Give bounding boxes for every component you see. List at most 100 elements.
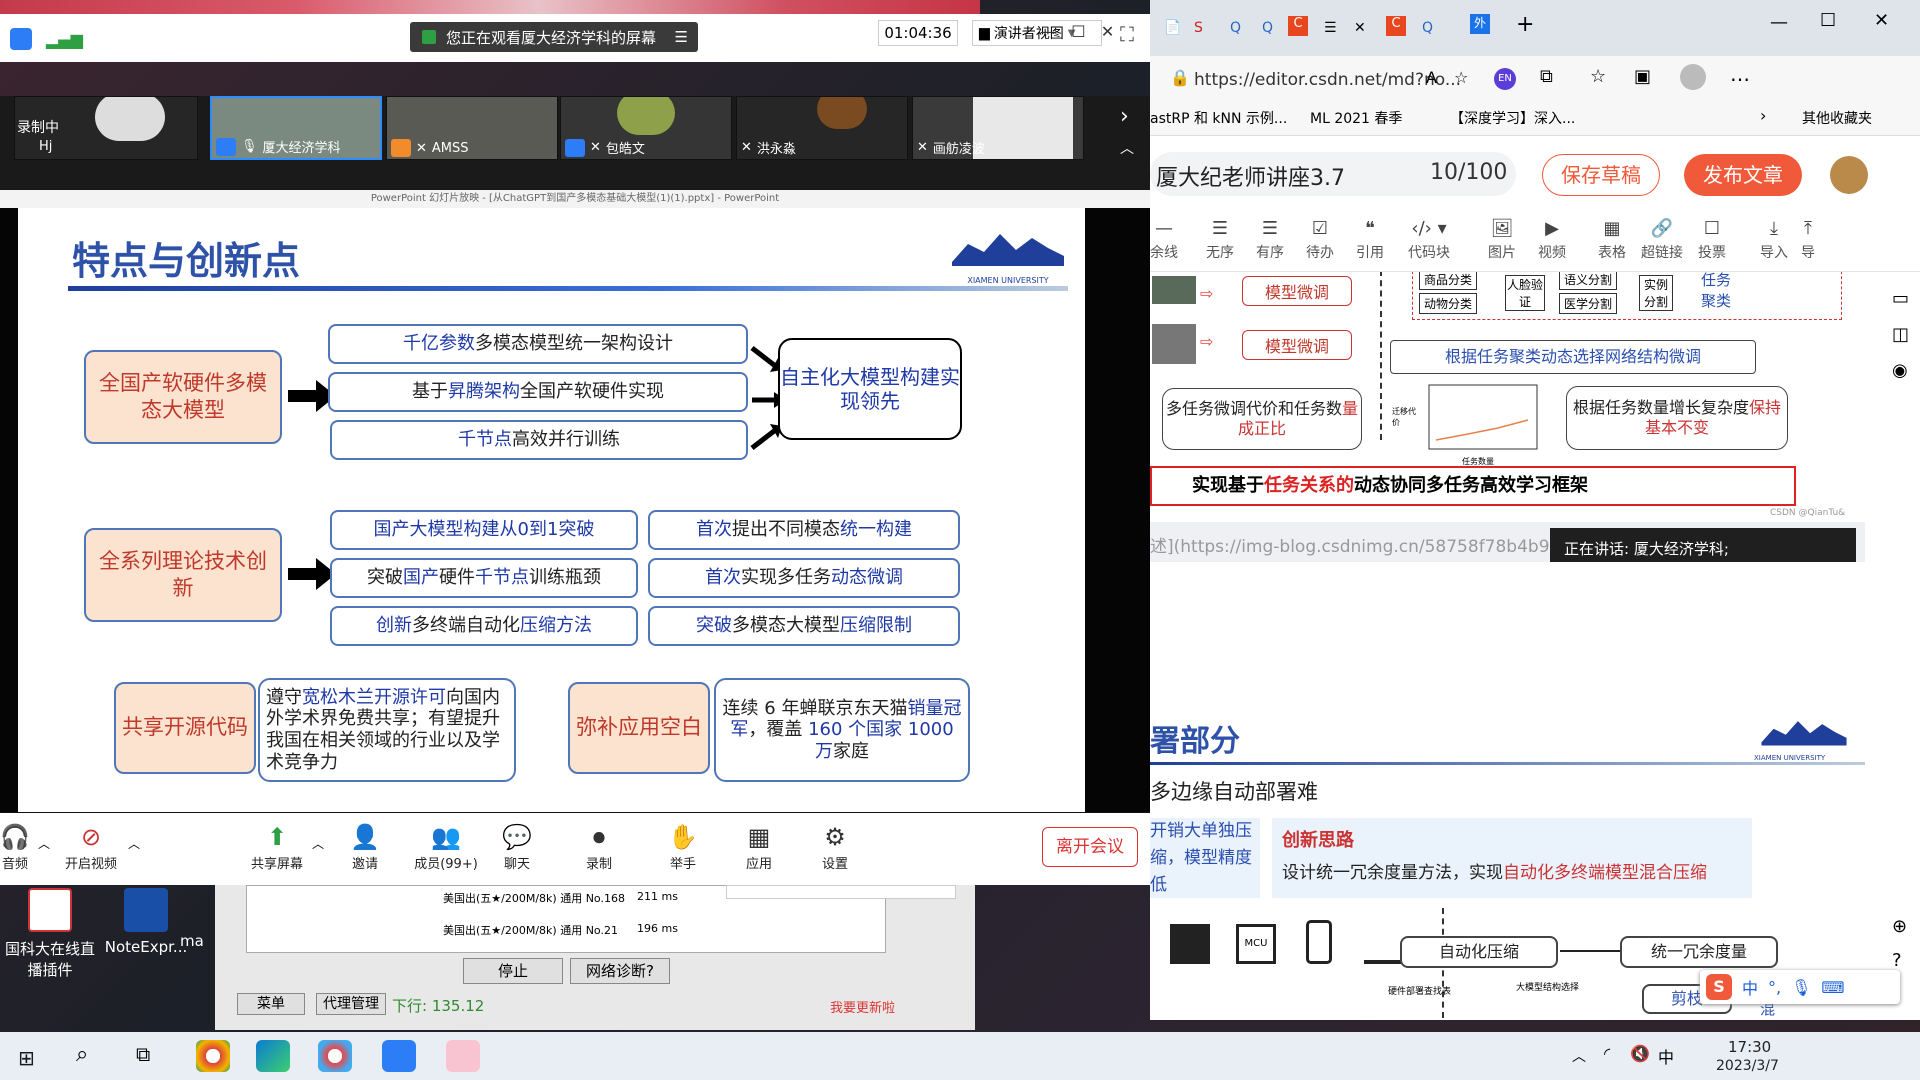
ime-indicator[interactable]: 中 bbox=[1658, 1044, 1674, 1068]
other-favorites[interactable]: 其他收藏夹 bbox=[1802, 108, 1872, 128]
raise-hand-button[interactable]: ✋ 举手 bbox=[648, 823, 718, 872]
apps-button[interactable]: ▦ 应用 bbox=[724, 823, 794, 872]
close-icon[interactable]: ✕ bbox=[1354, 20, 1366, 36]
chevron-up-icon[interactable]: ︿ bbox=[128, 835, 140, 852]
location-icon[interactable]: ⊕ bbox=[1892, 916, 1907, 937]
maximize-icon[interactable]: ☐ bbox=[1820, 10, 1836, 31]
chevron-right-icon[interactable]: › bbox=[1120, 104, 1129, 129]
screen-share-banner[interactable]: 您正在观看厦大经济学科的屏幕 ☰ bbox=[410, 22, 698, 52]
tab-favicon-icon[interactable]: Q bbox=[1262, 20, 1273, 36]
update-link[interactable]: 我要更新啦 bbox=[830, 997, 895, 1016]
read-aloud-icon[interactable]: A bbox=[1426, 68, 1437, 87]
close-icon[interactable]: ✕ bbox=[1874, 10, 1889, 31]
diagnose-button[interactable]: 网络诊断? bbox=[570, 958, 670, 984]
clock-date[interactable]: 2023/3/7 bbox=[1716, 1058, 1779, 1074]
favorites-icon[interactable]: ☆ bbox=[1590, 66, 1606, 87]
chevron-right-icon[interactable]: › bbox=[1760, 106, 1766, 125]
search-icon[interactable]: ⌕ bbox=[76, 1042, 88, 1067]
chevron-up-icon[interactable]: ︿ bbox=[1572, 1046, 1586, 1066]
punctuation-icon[interactable]: °, bbox=[1768, 978, 1781, 997]
profile-avatar[interactable] bbox=[1680, 64, 1706, 90]
participant-tile[interactable]: 🎙 厦大经济学科 bbox=[210, 96, 382, 160]
tool-ordered[interactable]: ☰ 有序 bbox=[1242, 218, 1298, 262]
menu-button[interactable]: 菜单 bbox=[237, 993, 305, 1015]
tool-video[interactable]: ▶ 视频 bbox=[1524, 218, 1580, 262]
split-view-icon[interactable]: ◫ bbox=[1892, 324, 1909, 345]
csdn-favicon-icon[interactable]: C bbox=[1288, 16, 1308, 36]
tab-favicon-icon[interactable]: Q bbox=[1230, 20, 1241, 36]
members-button[interactable]: 👥 成员(99+) bbox=[406, 823, 486, 872]
participant-tile[interactable]: ✕ AMSS bbox=[386, 96, 558, 160]
tab-favicon-icon[interactable]: 外 bbox=[1470, 14, 1490, 34]
tool-image[interactable]: 🖼 图片 bbox=[1474, 218, 1530, 262]
tool-quote[interactable]: ❝ 引用 bbox=[1342, 218, 1398, 262]
help-icon[interactable]: ? bbox=[1892, 950, 1902, 971]
shield-icon[interactable] bbox=[10, 28, 32, 50]
favorite-add-icon[interactable]: ☆ bbox=[1454, 68, 1468, 87]
save-draft-button[interactable]: 保存草稿 bbox=[1542, 154, 1660, 196]
favorite-item[interactable]: astRP 和 kNN 示例... bbox=[1150, 108, 1287, 128]
desktop-shortcut[interactable]: 国科大在线直播插件 bbox=[0, 888, 100, 980]
ime-mode[interactable]: 中 bbox=[1742, 975, 1758, 999]
article-title-input[interactable]: 厦大纪老师讲座3.7 10/100 bbox=[1150, 152, 1516, 196]
new-tab-icon[interactable]: + bbox=[1516, 12, 1534, 37]
edge-icon[interactable] bbox=[256, 1040, 290, 1072]
tab-favicon-icon[interactable]: ☰ bbox=[1324, 20, 1337, 36]
publish-button[interactable]: 发布文章 bbox=[1684, 154, 1802, 196]
clock-time[interactable]: 17:30 bbox=[1728, 1038, 1771, 1056]
wifi-icon[interactable]: ◜ bbox=[1604, 1044, 1610, 1063]
stop-button[interactable]: 停止 bbox=[463, 958, 563, 984]
tool-todo[interactable]: ☑ 待办 bbox=[1292, 218, 1348, 262]
tool-vote[interactable]: ☐ 投票 bbox=[1684, 218, 1740, 262]
tool-table[interactable]: ▦ 表格 bbox=[1584, 218, 1640, 262]
favorite-item[interactable]: ML 2021 春季 bbox=[1310, 108, 1402, 128]
more-options-icon[interactable]: … bbox=[1730, 62, 1750, 86]
ime-toolbar[interactable]: S 中 °, 🎙 ⌨ bbox=[1700, 970, 1900, 1004]
video-player-icon[interactable] bbox=[318, 1040, 352, 1072]
sogou-icon[interactable]: S bbox=[1706, 974, 1732, 1000]
participant-tile[interactable]: ✕ 画舫凌波 bbox=[912, 96, 1084, 160]
desktop-shortcut[interactable]: ma bbox=[180, 932, 216, 950]
mic-icon[interactable]: 🎙 bbox=[1791, 978, 1811, 997]
windows-start-icon[interactable]: ⊞ bbox=[18, 1046, 35, 1070]
favorite-item[interactable]: 【深度学习】深入... bbox=[1450, 108, 1575, 128]
participant-tile[interactable]: ✕ 洪永淼 bbox=[736, 96, 908, 160]
task-view-icon[interactable]: ⧉ bbox=[136, 1042, 150, 1066]
extension-badge[interactable]: EN bbox=[1494, 68, 1516, 90]
zoom-taskbar-icon[interactable] bbox=[382, 1040, 416, 1072]
lock-icon[interactable]: 🔒 bbox=[1170, 68, 1190, 87]
tool-code[interactable]: ‹/› ▾ 代码块 bbox=[1396, 218, 1462, 262]
tab-favicon-icon[interactable]: Q bbox=[1422, 20, 1433, 36]
minimize-icon[interactable]: — bbox=[1040, 22, 1056, 41]
participant-tile[interactable]: ✕ 包皓文 bbox=[560, 96, 732, 160]
url-field[interactable]: https://editor.csdn.net/md?no... bbox=[1194, 70, 1461, 90]
record-button[interactable]: ⏺ 录制 bbox=[564, 823, 634, 872]
tab-favicon-icon[interactable]: 📄 bbox=[1164, 20, 1181, 36]
volume-icon[interactable]: 🔇 bbox=[1630, 1044, 1650, 1063]
chrome-icon[interactable] bbox=[196, 1040, 230, 1072]
tool-unordered[interactable]: ☰ 无序 bbox=[1192, 218, 1248, 262]
chat-button[interactable]: 💬 聊天 bbox=[482, 823, 552, 872]
chevron-up-icon[interactable]: ︿ bbox=[312, 835, 324, 852]
collections-icon[interactable]: ▣ bbox=[1634, 66, 1651, 87]
settings-button[interactable]: ⚙ 设置 bbox=[800, 823, 870, 872]
tool-link[interactable]: 🔗 超链接 bbox=[1634, 218, 1690, 262]
maximize-icon[interactable]: ☐ bbox=[1071, 22, 1085, 41]
minimize-icon[interactable]: — bbox=[1770, 12, 1788, 33]
menu-icon[interactable]: ☰ bbox=[675, 28, 688, 46]
proxy-button[interactable]: 代理管理 bbox=[316, 993, 386, 1015]
video-button[interactable]: ⊘ 开启视频 bbox=[56, 823, 126, 872]
invite-button[interactable]: 👤 邀请 bbox=[330, 823, 400, 872]
leave-meeting-button[interactable]: 离开会议 bbox=[1042, 827, 1138, 867]
preview-icon[interactable]: ◉ bbox=[1892, 360, 1908, 381]
chevron-up-icon[interactable]: ︿ bbox=[1120, 138, 1134, 158]
tool-divider[interactable]: — 余线 bbox=[1136, 218, 1192, 262]
sync-scroll-icon[interactable]: ▭ bbox=[1892, 288, 1909, 309]
close-icon[interactable]: ✕ bbox=[1101, 22, 1114, 41]
tab-favicon-icon[interactable]: S bbox=[1194, 20, 1203, 36]
tool-export[interactable]: ⤒ 导 bbox=[1788, 218, 1828, 262]
csdn-favicon-icon[interactable]: C bbox=[1386, 16, 1406, 36]
avatar[interactable] bbox=[1830, 156, 1868, 194]
chevron-up-icon[interactable]: ︿ bbox=[38, 835, 50, 852]
extensions-icon[interactable]: ⧉ bbox=[1540, 66, 1553, 87]
